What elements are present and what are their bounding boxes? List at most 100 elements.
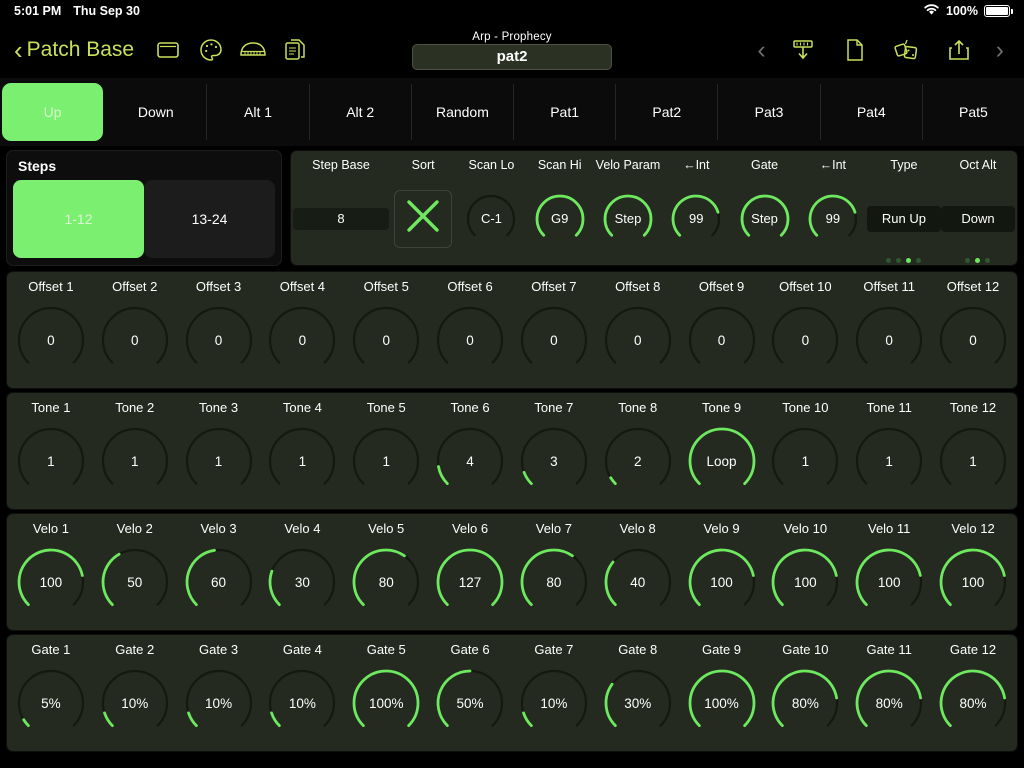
- knob-wrap: 0: [601, 296, 675, 384]
- knob-value: 5%: [41, 695, 61, 711]
- knob-tone-2[interactable]: 1: [98, 424, 172, 498]
- pager-dots-type: [886, 258, 922, 263]
- next-patch-chevron-right-icon[interactable]: ›: [990, 36, 1010, 65]
- knob-tone-12[interactable]: 1: [936, 424, 1010, 498]
- knob-gate-2[interactable]: 10%: [98, 666, 172, 740]
- knob-offset-4[interactable]: 0: [265, 303, 339, 377]
- knob-tone-6[interactable]: 4: [433, 424, 507, 498]
- knob-cell-velo-8: Velo 8 40: [596, 516, 680, 626]
- knob-gate-5[interactable]: 100%: [349, 666, 423, 740]
- knob-offset-2[interactable]: 0: [98, 303, 172, 377]
- mode-tab-alt-1[interactable]: Alt 1: [207, 84, 310, 140]
- knob-tone-11[interactable]: 1: [852, 424, 926, 498]
- knob-velo-4[interactable]: 30: [265, 545, 339, 619]
- knob-label: Velo 4: [284, 521, 321, 536]
- mode-tab-alt-2[interactable]: Alt 2: [310, 84, 412, 140]
- knob-offset-1[interactable]: 0: [14, 303, 88, 377]
- knob-velo-6[interactable]: 127: [433, 545, 507, 619]
- download-to-synth-icon[interactable]: [782, 30, 824, 70]
- mode-tab-pat1[interactable]: Pat1: [514, 84, 617, 140]
- knob-velo-5[interactable]: 80: [349, 545, 423, 619]
- knob-tone-3[interactable]: 1: [182, 424, 256, 498]
- knob-gate-8[interactable]: 30%: [601, 666, 675, 740]
- velo-row: Velo 1 100 Velo 2 50 Velo 3 60 Velo 4 30 Velo 5 8…: [6, 513, 1018, 631]
- piano-icon[interactable]: [232, 30, 274, 70]
- knob-gate-12[interactable]: 80%: [936, 666, 1010, 740]
- back-button[interactable]: ‹ Patch Base: [14, 37, 148, 63]
- mode-tab-down[interactable]: Down: [105, 84, 208, 140]
- knob-value: 100: [710, 574, 733, 590]
- knob-gate[interactable]: Step: [737, 191, 793, 247]
- new-file-icon[interactable]: [834, 30, 876, 70]
- knob-cell-tone-2: Tone 2 1: [93, 395, 177, 505]
- knob-gate-4[interactable]: 10%: [265, 666, 339, 740]
- knob-offset-12[interactable]: 0: [936, 303, 1010, 377]
- knob-gate-9[interactable]: 100%: [685, 666, 759, 740]
- mode-tab-pat2[interactable]: Pat2: [616, 84, 719, 140]
- knob-gate-7[interactable]: 10%: [517, 666, 591, 740]
- dice-randomize-icon[interactable]: [886, 30, 928, 70]
- status-bar: 5:01 PM Thu Sep 30 100%: [0, 0, 1024, 22]
- knob-label: Velo 1: [32, 521, 69, 536]
- knob-gate-6[interactable]: 50%: [433, 666, 507, 740]
- mode-tab-pat4[interactable]: Pat4: [821, 84, 923, 140]
- knob-scan-hi[interactable]: G9: [532, 191, 588, 247]
- knob-velo-10[interactable]: 100: [768, 545, 842, 619]
- mode-tab-up[interactable]: Up: [2, 83, 104, 141]
- knob-offset-9[interactable]: 0: [685, 303, 759, 377]
- knob-offset-6[interactable]: 0: [433, 303, 507, 377]
- knob-velo-3[interactable]: 60: [182, 545, 256, 619]
- knob-gate-10[interactable]: 80%: [768, 666, 842, 740]
- knob-offset-8[interactable]: 0: [601, 303, 675, 377]
- knob-scan-lo[interactable]: C-1: [463, 191, 519, 247]
- knob-velo-9[interactable]: 100: [685, 545, 759, 619]
- gate-row: Gate 1 5% Gate 2 10% Gate 3 10% Gate 4 10% Gate …: [6, 634, 1018, 752]
- knob-tone-4[interactable]: 1: [265, 424, 339, 498]
- knob-wrap: 0: [182, 296, 256, 384]
- knob-cell-offset-10: Offset 10 0: [763, 274, 847, 384]
- knob-velo-8[interactable]: 40: [601, 545, 675, 619]
- knob-tone-1[interactable]: 1: [14, 424, 88, 498]
- knob-wrap: 1: [852, 417, 926, 505]
- knob-offset-3[interactable]: 0: [182, 303, 256, 377]
- knob-label: Offset 8: [615, 279, 661, 294]
- mode-tab-random[interactable]: Random: [412, 84, 515, 140]
- knob-velo-2[interactable]: 50: [98, 545, 172, 619]
- knob-value: 50: [127, 574, 143, 590]
- knob-tone-7[interactable]: 3: [517, 424, 591, 498]
- knob-velo-1[interactable]: 100: [14, 545, 88, 619]
- knob-gate-1[interactable]: 5%: [14, 666, 88, 740]
- copy-documents-icon[interactable]: [274, 30, 316, 70]
- button-type[interactable]: Run Up: [866, 205, 941, 232]
- share-export-icon[interactable]: [938, 30, 980, 70]
- knob-offset-10[interactable]: 0: [768, 303, 842, 377]
- knob-tone-9[interactable]: Loop: [685, 424, 759, 498]
- knob-tone-10[interactable]: 1: [768, 424, 842, 498]
- knob-int[interactable]: 99: [805, 191, 861, 247]
- knob-offset-7[interactable]: 0: [517, 303, 591, 377]
- palette-icon[interactable]: [190, 30, 232, 70]
- knob-tone-8[interactable]: 2: [601, 424, 675, 498]
- mode-tab-pat5[interactable]: Pat5: [923, 84, 1024, 140]
- knob-cell-gate-1: Gate 1 5%: [9, 637, 93, 747]
- step-base-input[interactable]: 8: [293, 207, 389, 230]
- knob-velo-7[interactable]: 80: [517, 545, 591, 619]
- steps-segment-13-24[interactable]: 13-24: [144, 180, 275, 258]
- knob-value: 4: [466, 453, 474, 469]
- knob-int[interactable]: 99: [668, 191, 724, 247]
- button-oct-alt[interactable]: Down: [940, 205, 1015, 232]
- knob-offset-5[interactable]: 0: [349, 303, 423, 377]
- prev-patch-chevron-left-icon[interactable]: ‹: [751, 36, 771, 65]
- knob-velo-param[interactable]: Step: [600, 191, 656, 247]
- mode-tab-pat3[interactable]: Pat3: [718, 84, 821, 140]
- knob-offset-11[interactable]: 0: [852, 303, 926, 377]
- sort-toggle-button[interactable]: [394, 189, 453, 248]
- knob-gate-3[interactable]: 10%: [182, 666, 256, 740]
- knob-velo-11[interactable]: 100: [852, 545, 926, 619]
- knob-tone-5[interactable]: 1: [349, 424, 423, 498]
- knob-gate-11[interactable]: 80%: [852, 666, 926, 740]
- window-icon[interactable]: [148, 30, 190, 70]
- steps-segment-1-12[interactable]: 1-12: [13, 180, 144, 258]
- patch-name-field[interactable]: pat2: [412, 43, 612, 70]
- knob-velo-12[interactable]: 100: [936, 545, 1010, 619]
